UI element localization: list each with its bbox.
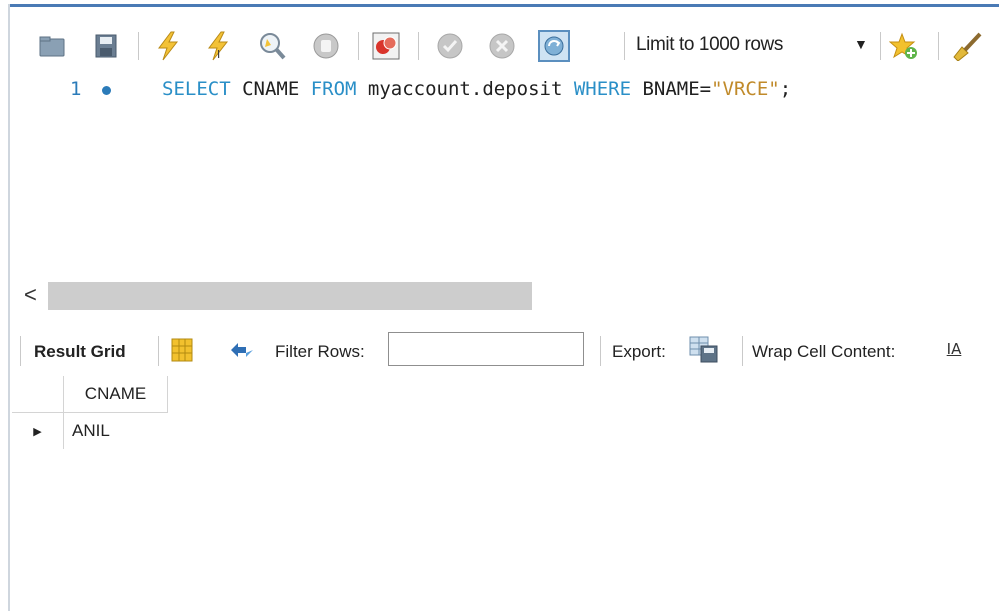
keyword-from: FROM <box>310 78 357 100</box>
autocommit-toggle-icon[interactable] <box>538 30 570 62</box>
row-selector-arrow-icon[interactable]: ▶ <box>12 413 64 449</box>
line-number: 1 <box>70 78 82 100</box>
stop-icon[interactable] <box>310 30 342 62</box>
result-grid: CNAME ▶ ANIL <box>10 376 999 611</box>
commit-check-icon[interactable] <box>434 30 466 62</box>
wrap-cell-toggle-icon[interactable]: IA <box>942 336 966 362</box>
scrollbar-thumb[interactable] <box>48 282 532 310</box>
horizontal-scrollbar[interactable]: < <box>10 280 999 314</box>
table-name: myaccount.deposit <box>356 78 574 100</box>
open-folder-icon[interactable] <box>36 30 68 62</box>
beautify-brush-icon[interactable] <box>950 30 982 62</box>
statement-marker-icon <box>102 86 111 95</box>
save-icon[interactable] <box>90 30 122 62</box>
export-icon[interactable] <box>688 334 720 366</box>
string-literal: "VRCE" <box>711 78 780 100</box>
wrap-cell-content-label: Wrap Cell Content: <box>752 342 896 361</box>
toggle-error-icon[interactable] <box>370 30 402 62</box>
filter-rows-input[interactable] <box>388 332 584 366</box>
column-header-cname[interactable]: CNAME <box>64 376 168 413</box>
grid-corner <box>12 376 64 413</box>
chevron-down-icon[interactable]: ▼ <box>854 36 868 52</box>
keyword-select: SELECT <box>162 78 231 100</box>
sql-editor[interactable]: 1 SELECT CNAME FROM myaccount.deposit WH… <box>10 70 999 278</box>
statement-end: ; <box>779 78 792 100</box>
result-grid-tab[interactable]: Result Grid <box>34 342 126 362</box>
rollback-cancel-icon[interactable] <box>486 30 518 62</box>
table-cell[interactable]: ANIL <box>72 413 110 449</box>
sql-editor-toolbar: I Limit to 1000 rows ▼ <box>10 8 999 70</box>
sql-statement[interactable]: SELECT CNAME FROM myaccount.deposit WHER… <box>162 78 791 100</box>
window-top-border <box>8 4 999 7</box>
execute-lightning-icon[interactable] <box>152 30 184 62</box>
export-label: Export: <box>612 342 666 361</box>
explain-magnifier-icon[interactable] <box>256 30 288 62</box>
execute-current-icon[interactable]: I <box>202 30 234 62</box>
condition: BNAME= <box>631 78 712 100</box>
svg-text:I: I <box>217 48 220 61</box>
limit-rows-select[interactable]: Limit to 1000 rows <box>636 34 783 56</box>
form-editor-icon[interactable] <box>166 334 198 366</box>
keyword-where: WHERE <box>573 78 632 100</box>
result-toolbar: Result Grid Filter Rows: Export: Wrap Ce… <box>10 326 999 376</box>
filter-rows-label: Filter Rows: <box>275 342 365 361</box>
column-name: CNAME <box>230 78 311 100</box>
add-bookmark-star-icon[interactable] <box>888 30 920 62</box>
scroll-left-arrow[interactable]: < <box>24 282 37 308</box>
refresh-icon[interactable] <box>226 334 258 366</box>
